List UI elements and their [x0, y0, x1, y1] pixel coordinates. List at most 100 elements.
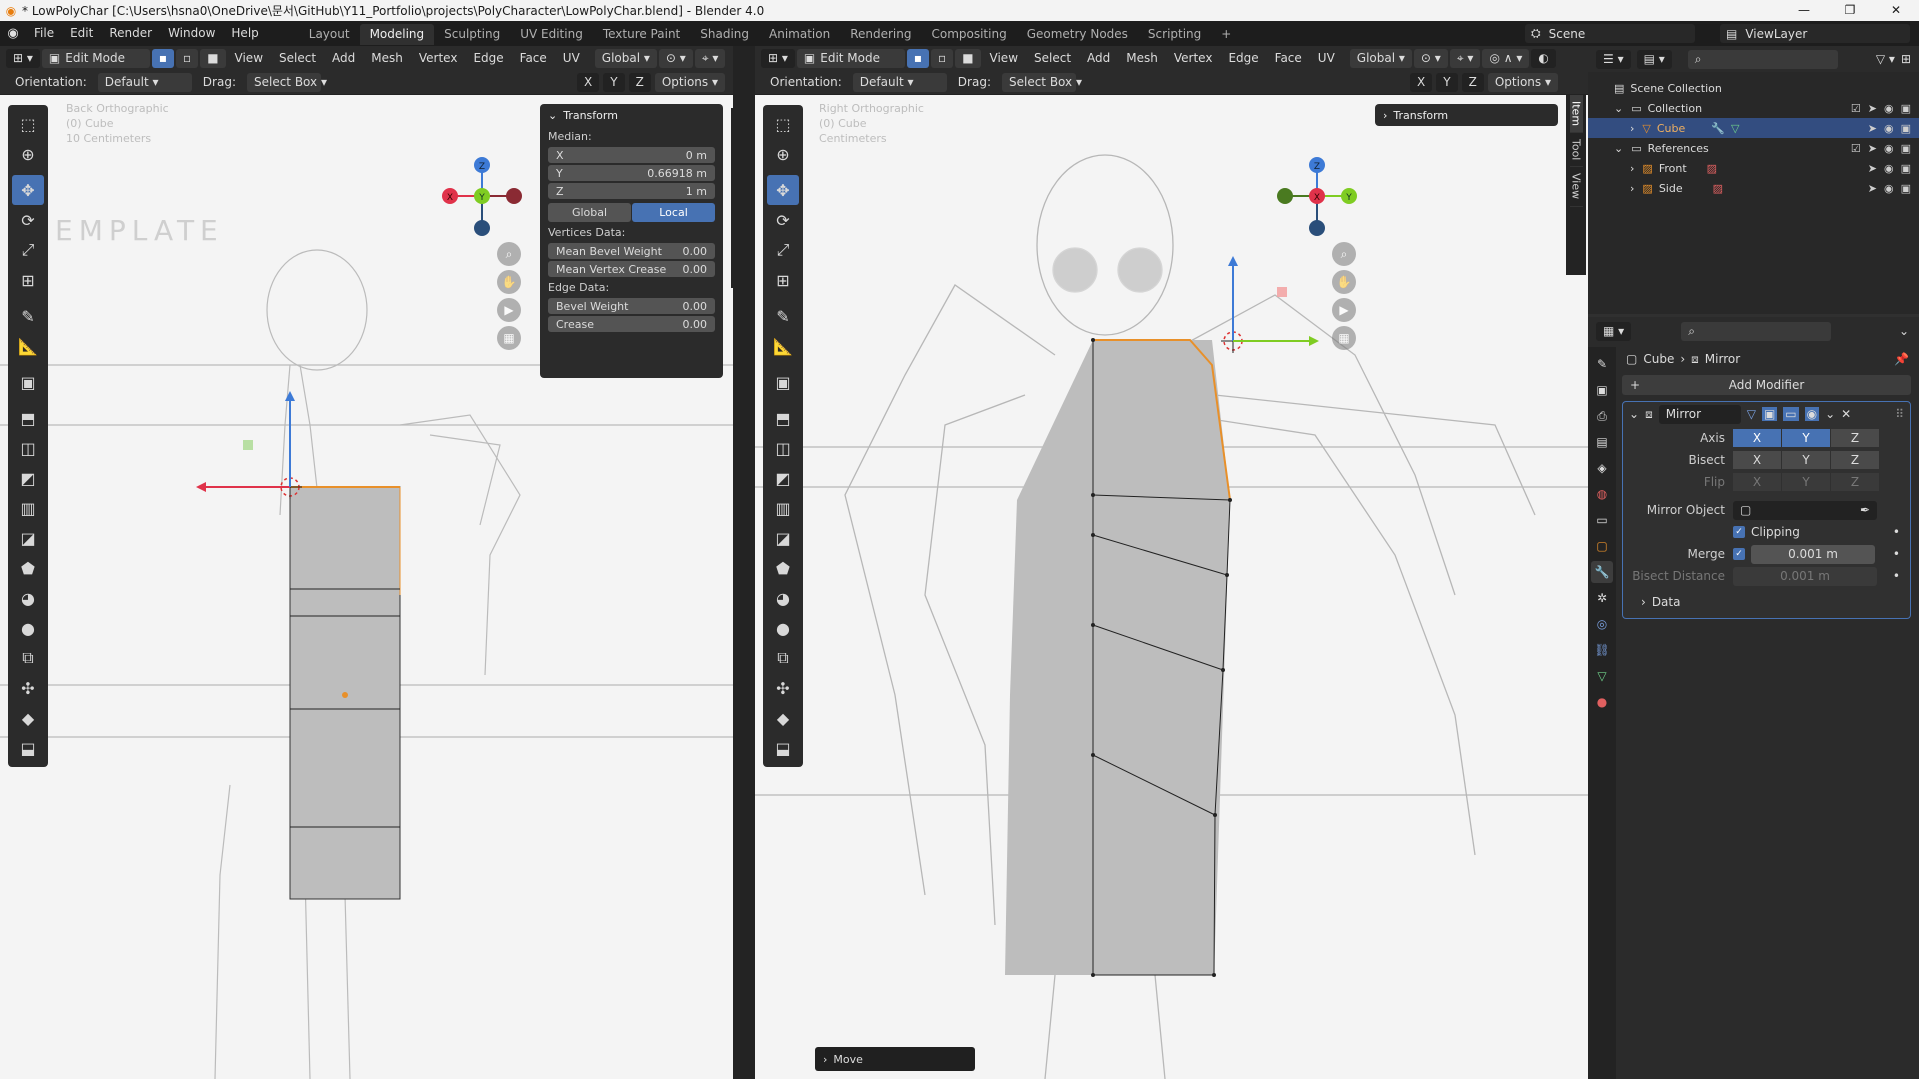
extrude-icon-right[interactable]: ⬒ — [767, 403, 799, 433]
drag-handle-icon[interactable]: ⠿ — [1895, 407, 1904, 421]
modifier-menu-chevron-icon[interactable]: ⌄ — [1825, 407, 1835, 421]
ortho-grid-icon-right[interactable]: ▦ — [1332, 326, 1356, 350]
flip-z-toggle[interactable]: Z — [1831, 473, 1879, 491]
render-camera-icon-cube[interactable]: ▣ — [1901, 122, 1911, 135]
camera-view-icon[interactable]: ▶ — [497, 298, 521, 322]
object-properties-icon[interactable]: ▢ — [1591, 535, 1613, 557]
edge-slide-icon[interactable]: ⧉ — [12, 643, 44, 673]
outliner-row-scene-collection[interactable]: ▤ Scene Collection — [1588, 78, 1919, 98]
render-camera-icon-side[interactable]: ▣ — [1901, 182, 1911, 195]
mirror-axis-y-toggle-right[interactable]: Y — [1436, 72, 1458, 92]
modifier-name-field[interactable]: Mirror — [1658, 404, 1741, 424]
face-select-button[interactable]: ■ — [200, 48, 226, 68]
edge-select-button[interactable]: ▫ — [176, 48, 199, 68]
shrink-fatten-icon[interactable]: ✣ — [12, 673, 44, 703]
render-camera-icon-front[interactable]: ▣ — [1901, 162, 1911, 175]
options-dropdown[interactable]: Options ▾ — [654, 72, 725, 92]
rip-region-icon-right[interactable]: ⬓ — [767, 733, 799, 763]
median-z-field[interactable]: Z 1 m — [548, 183, 715, 199]
render-properties-icon[interactable]: ▣ — [1591, 379, 1613, 401]
mirror-axis-x-toggle[interactable]: X — [577, 72, 600, 92]
collapse-chevron-icon[interactable]: ⌄ — [548, 109, 557, 122]
menu-face-right[interactable]: Face — [1268, 51, 1309, 65]
move-tool-icon[interactable]: ✥ — [12, 175, 44, 205]
poly-build-icon-right[interactable]: ⬟ — [767, 553, 799, 583]
new-collection-icon[interactable]: ⊞ — [1901, 52, 1911, 66]
display-mode-dropdown[interactable]: ▤ ▾ — [1636, 49, 1672, 69]
measure-icon-right[interactable]: 📐 — [767, 331, 799, 361]
transform-tool-icon-right[interactable]: ⊞ — [767, 265, 799, 295]
select-arrow-icon-front[interactable]: ➤ — [1868, 162, 1877, 175]
rotate-tool-icon-right[interactable]: ⟳ — [767, 205, 799, 235]
bisect-distance-field[interactable]: 0.001 m — [1733, 566, 1877, 586]
editor-type-button[interactable]: ⊞ ▾ — [6, 48, 40, 68]
tab-animation[interactable]: Animation — [759, 24, 840, 45]
minimize-button[interactable]: — — [1781, 0, 1827, 21]
inset-icon-right[interactable]: ◫ — [767, 433, 799, 463]
navigation-gizmo[interactable]: Z X Y — [442, 157, 522, 236]
menu-edge[interactable]: Edge — [466, 51, 510, 65]
pan-hand-icon[interactable]: ✋ — [497, 270, 521, 294]
scene-selector[interactable]: ⛭ Scene — [1525, 24, 1695, 43]
properties-editor-type[interactable]: ▦ ▾ — [1596, 321, 1632, 341]
select-arrow-icon[interactable]: ➤ — [1868, 102, 1877, 115]
vertex-select-button[interactable]: ▪ — [151, 48, 175, 68]
flip-x-toggle[interactable]: X — [1733, 473, 1781, 491]
remove-modifier-icon[interactable]: ✕ — [1841, 407, 1851, 421]
editor-type-button-right[interactable]: ⊞ ▾ — [761, 48, 795, 68]
smooth-icon-right[interactable]: ● — [767, 613, 799, 643]
knife-icon[interactable]: ◪ — [12, 523, 44, 553]
zoom-icon-right[interactable]: ⌕ — [1332, 242, 1356, 266]
transform-orientation-dropdown[interactable]: Global ▾ — [594, 48, 657, 68]
sidebar-tab-view-right[interactable]: View — [1569, 167, 1583, 207]
menu-uv-right[interactable]: UV — [1311, 51, 1342, 65]
viewport-left[interactable]: ⊞ ▾ ▣ Edit Mode ▪ ▫ ■ View Select Add Mes… — [0, 46, 733, 1079]
view-layer-selector[interactable]: ▤ ViewLayer — [1720, 24, 1910, 43]
face-select-button-right[interactable]: ■ — [955, 48, 981, 68]
close-button[interactable]: ✕ — [1873, 0, 1919, 21]
ortho-grid-icon[interactable]: ▦ — [497, 326, 521, 350]
merge-checkbox[interactable]: ✓ — [1733, 548, 1745, 560]
drag-dropdown-right[interactable]: Select Box ▾ — [1001, 72, 1082, 92]
mirror-object-field[interactable]: ▢ ✒ — [1733, 500, 1877, 520]
viewport-canvas-right[interactable]: Z Y X Right Orthographic (0) Cube Centim… — [755, 95, 1588, 1079]
inset-icon[interactable]: ◫ — [12, 433, 44, 463]
select-box-icon-right[interactable]: ⬚ — [767, 109, 799, 139]
tool-settings-icon[interactable]: ✎ — [1591, 353, 1613, 375]
flip-y-toggle[interactable]: Y — [1782, 473, 1830, 491]
spin-icon-right[interactable]: ◕ — [767, 583, 799, 613]
menu-face[interactable]: Face — [513, 51, 554, 65]
sidebar-tab-item-right[interactable]: Item — [1569, 95, 1583, 134]
properties-search-input[interactable]: ⌕ — [1681, 321, 1832, 341]
visibility-eye-icon-side[interactable]: ◉ — [1884, 182, 1894, 195]
proportional-edit-button[interactable]: ◎ ∧ ▾ — [1482, 48, 1530, 68]
visibility-eye-icon[interactable]: ◉ — [1884, 102, 1894, 115]
add-modifier-button[interactable]: + Add Modifier — [1622, 375, 1911, 395]
extrude-icon[interactable]: ⬒ — [12, 403, 44, 433]
local-space-button[interactable]: Local — [632, 203, 715, 222]
mean-bevel-weight-field[interactable]: Mean Bevel Weight 0.00 — [548, 243, 715, 259]
menu-view-right[interactable]: View — [983, 51, 1025, 65]
cursor-icon-right[interactable]: ⊕ — [767, 139, 799, 169]
shear-icon-right[interactable]: ◆ — [767, 703, 799, 733]
shear-icon[interactable]: ◆ — [12, 703, 44, 733]
tab-compositing[interactable]: Compositing — [921, 24, 1016, 45]
menu-view[interactable]: View — [228, 51, 270, 65]
pan-hand-icon-right[interactable]: ✋ — [1332, 270, 1356, 294]
add-cube-icon[interactable]: ▣ — [12, 367, 44, 397]
move-gizmo-y-arrow-right[interactable] — [1309, 336, 1319, 346]
modifier-properties-icon[interactable]: 🔧 — [1591, 561, 1613, 583]
render-display-icon[interactable]: ◉ — [1804, 407, 1820, 421]
menu-select[interactable]: Select — [272, 51, 323, 65]
transform-panel-collapsed[interactable]: › Transform — [1375, 104, 1558, 126]
tab-geometry-nodes[interactable]: Geometry Nodes — [1017, 24, 1138, 45]
outliner-search-input[interactable]: ⌕ — [1687, 49, 1838, 69]
menu-add[interactable]: Add — [325, 51, 362, 65]
menu-select-right[interactable]: Select — [1027, 51, 1078, 65]
mirror-axis-y-toggle[interactable]: Y — [603, 72, 625, 92]
collapsed-arrow-icon[interactable]: › — [1630, 122, 1634, 135]
animate-merge-icon[interactable]: • — [1893, 547, 1900, 561]
annotate-icon-right[interactable]: ✎ — [767, 301, 799, 331]
axis-z-toggle[interactable]: Z — [1831, 429, 1879, 447]
menu-edit[interactable]: Edit — [62, 21, 101, 46]
